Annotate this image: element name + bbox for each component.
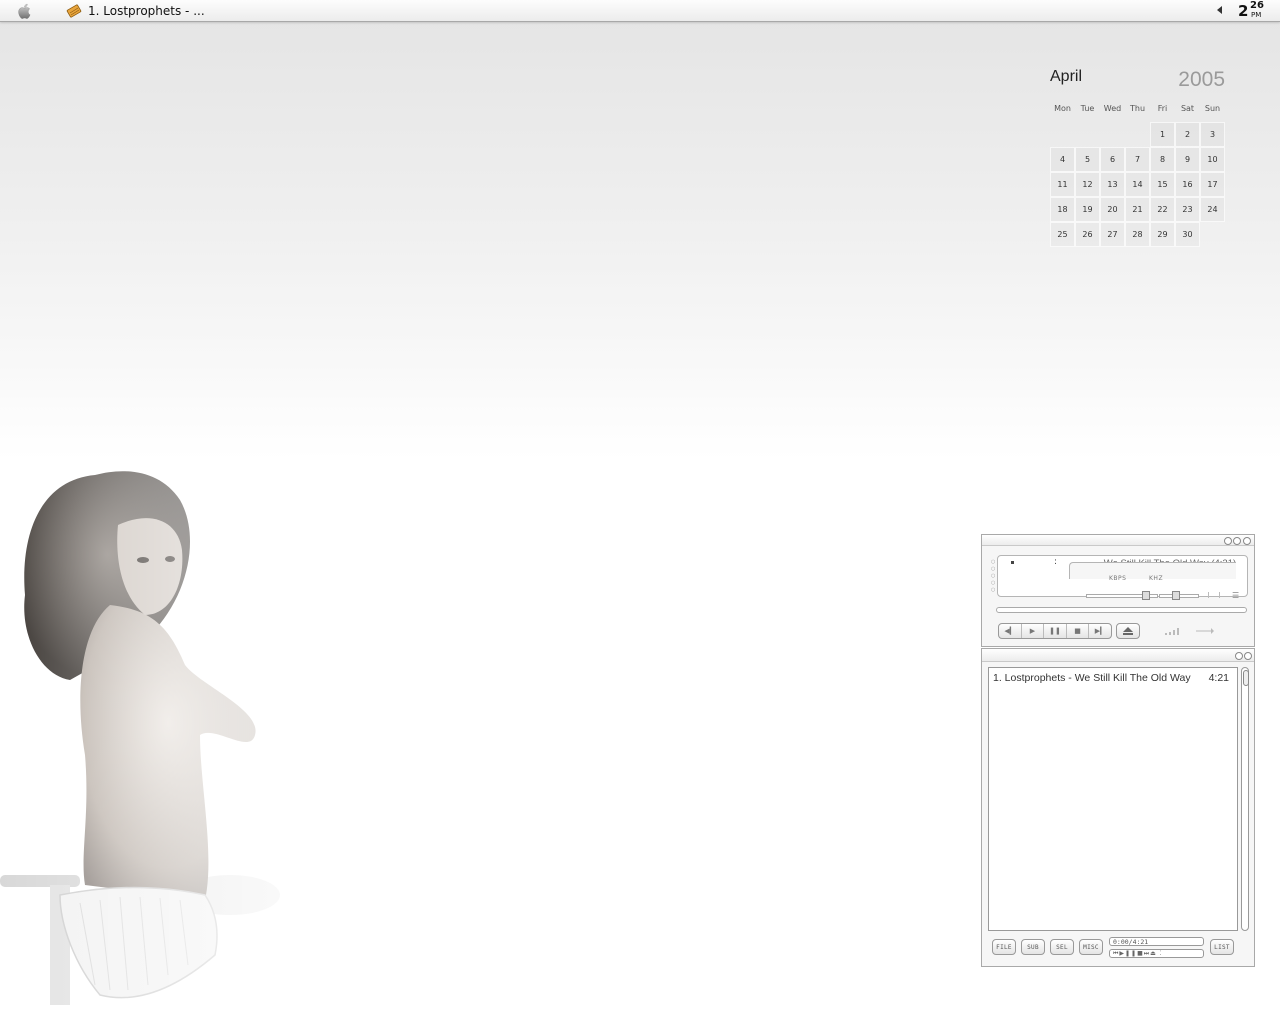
calendar-empty-cell <box>1075 122 1100 147</box>
taskbar-window-title: 1. Lostprophets - ... <box>88 3 205 18</box>
seek-bar[interactable] <box>996 607 1247 613</box>
sel-button[interactable]: SEL <box>1050 939 1074 955</box>
calendar-day[interactable]: 28 <box>1125 222 1150 247</box>
playlist-track-list[interactable]: 1. Lostprophets - We Still Kill The Old … <box>988 667 1238 931</box>
eject-icon <box>1123 627 1133 635</box>
previous-button[interactable]: ◀▎ <box>999 624 1022 638</box>
calendar-day[interactable]: 7 <box>1125 147 1150 172</box>
player-status-indicators: ○ ○ ○ ○ ○ <box>991 559 996 593</box>
calendar-weekday-label: Sat <box>1180 104 1195 113</box>
sub-button[interactable]: SUB <box>1021 939 1045 955</box>
calendar-day[interactable]: 21 <box>1125 197 1150 222</box>
playlist-toggle-icon[interactable]: ☰ <box>1232 591 1239 600</box>
calendar-day[interactable]: 23 <box>1175 197 1200 222</box>
calendar-day[interactable]: 15 <box>1150 172 1175 197</box>
misc-button[interactable]: MISC <box>1079 939 1103 955</box>
calendar-month: April <box>1050 68 1083 85</box>
calendar-day[interactable]: 26 <box>1075 222 1100 247</box>
winamp-pencil-icon <box>66 4 82 17</box>
calendar-day[interactable]: 3 <box>1200 122 1225 147</box>
eject-button[interactable] <box>1116 623 1140 639</box>
clock-hour: 2 <box>1238 2 1249 20</box>
player-titlebar[interactable] <box>982 535 1254 546</box>
desktop-calendar: April 2005 Mon Tue Wed Thu Fri Sat Sun 1234567… <box>1049 64 1229 254</box>
calendar-day[interactable]: 13 <box>1100 172 1125 197</box>
menu-bar: 1. Lostprophets - ... 2 26 PM <box>0 0 1280 22</box>
media-player-window[interactable]: ○○○○○ : - We Still Kill The Old Way (4:2… <box>981 534 1255 647</box>
repeat-arrow-icon[interactable] <box>1196 627 1214 635</box>
calendar-day[interactable]: 5 <box>1075 147 1100 172</box>
calendar-day-grid: 1 2 3 4 5 6 7 8 9 10 11 12 13 14 15 16 17 18 19 20 21 22 23 24 2… <box>1050 122 1225 247</box>
calendar-day[interactable]: 25 <box>1050 222 1075 247</box>
calendar-weekday-label: Sun <box>1204 104 1221 113</box>
playing-indicator-icon <box>1011 561 1014 564</box>
calendar-day[interactable]: 30 <box>1175 222 1200 247</box>
calendar-empty-cell <box>1100 122 1125 147</box>
playlist-time-display: 0:00/4:21 <box>1109 937 1204 946</box>
clock-ampm: PM <box>1251 11 1262 19</box>
calendar-day[interactable]: 18 <box>1050 197 1075 222</box>
playlist-item[interactable]: 1. Lostprophets - We Still Kill The Old … <box>993 672 1233 686</box>
minimize-icon[interactable] <box>1224 537 1232 545</box>
playlist-titlebar[interactable] <box>982 649 1254 662</box>
calendar-day[interactable]: 29 <box>1150 222 1175 247</box>
signal-bars-icon <box>1165 628 1179 635</box>
khz-label: KHZ <box>1149 575 1164 582</box>
calendar-day[interactable]: 22 <box>1150 197 1175 222</box>
calendar-day[interactable]: 27 <box>1100 222 1125 247</box>
clock-minutes: 26 <box>1250 0 1264 11</box>
calendar-day[interactable]: 17 <box>1200 172 1225 197</box>
calendar-day[interactable]: 8 <box>1150 147 1175 172</box>
menu-clock[interactable]: 2 26 PM <box>1236 0 1276 21</box>
close-icon[interactable] <box>1244 652 1252 660</box>
calendar-day[interactable]: 2 <box>1175 122 1200 147</box>
volume-slider-knob[interactable] <box>1142 591 1150 600</box>
playlist-item-title: 1. Lostprophets - We Still Kill The Old … <box>993 672 1191 684</box>
tray-expand-arrow-icon[interactable] <box>1214 4 1224 16</box>
file-button[interactable]: FILE <box>992 939 1016 955</box>
playlist-scrollbar[interactable] <box>1241 667 1249 931</box>
shade-icon[interactable] <box>1235 652 1243 660</box>
calendar-empty-cell <box>1125 122 1150 147</box>
calendar-day[interactable]: 11 <box>1050 172 1075 197</box>
balance-slider-knob[interactable] <box>1172 591 1180 600</box>
close-icon[interactable] <box>1243 537 1251 545</box>
calendar-weekday-label: Tue <box>1080 104 1095 113</box>
calendar-weekday-label: Fri <box>1157 104 1168 113</box>
calendar-day[interactable]: 20 <box>1100 197 1125 222</box>
calendar-day[interactable]: 24 <box>1200 197 1225 222</box>
calendar-day[interactable]: 4 <box>1050 147 1075 172</box>
playlist-window[interactable]: 1. Lostprophets - We Still Kill The Old … <box>981 648 1255 967</box>
transport-controls: ◀▎ ▶ ❚❚ ■ ▶▎ <box>998 623 1112 639</box>
play-button[interactable]: ▶ <box>1022 624 1045 638</box>
calendar-empty-cell <box>1050 122 1075 147</box>
calendar-weekday-label: Thu <box>1129 104 1146 113</box>
calendar-day[interactable]: 19 <box>1075 197 1100 222</box>
apple-logo-icon[interactable] <box>16 2 34 20</box>
playlist-item-duration: 4:21 <box>1208 672 1229 684</box>
playlist-mini-transport[interactable]: ⏮▶❚❚■⏭⏏ ⁚ <box>1109 949 1204 958</box>
equalizer-toggle-icon[interactable] <box>1208 592 1220 598</box>
taskbar-winamp-button[interactable]: 1. Lostprophets - ... <box>66 1 216 20</box>
shade-icon[interactable] <box>1233 537 1241 545</box>
playlist-scrollbar-thumb[interactable] <box>1243 670 1249 686</box>
pause-button[interactable]: ❚❚ <box>1044 624 1067 638</box>
calendar-year: 2005 <box>1178 68 1225 91</box>
calendar-day[interactable]: 12 <box>1075 172 1100 197</box>
calendar-day[interactable]: 16 <box>1175 172 1200 197</box>
kbps-label: KBPS <box>1109 575 1127 582</box>
calendar-day[interactable]: 10 <box>1200 147 1225 172</box>
calendar-day[interactable]: 6 <box>1100 147 1125 172</box>
track-time: : <box>1054 557 1058 567</box>
next-button[interactable]: ▶▎ <box>1089 624 1111 638</box>
wallpaper-photo <box>0 455 360 1024</box>
list-button[interactable]: LIST <box>1210 939 1234 955</box>
calendar-day[interactable]: 9 <box>1175 147 1200 172</box>
calendar-weekday-label: Wed <box>1103 104 1122 113</box>
calendar-weekday-header: Mon Tue Wed Thu Fri Sat Sun <box>1050 104 1225 113</box>
stop-button[interactable]: ■ <box>1067 624 1090 638</box>
calendar-weekday-label: Mon <box>1054 104 1071 113</box>
calendar-day[interactable]: 1 <box>1150 122 1175 147</box>
calendar-day[interactable]: 14 <box>1125 172 1150 197</box>
